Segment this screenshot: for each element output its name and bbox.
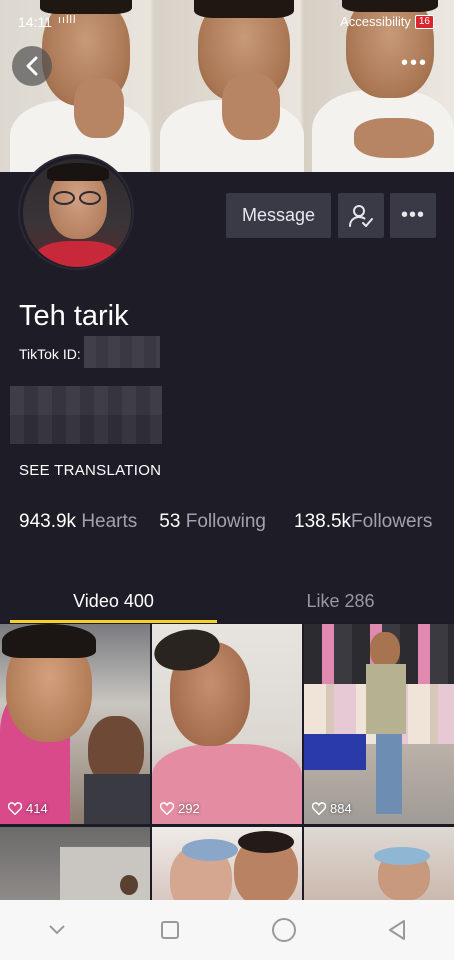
video-like-count: 292 xyxy=(160,801,200,816)
hearts-stat[interactable]: 943.9k Hearts xyxy=(19,511,137,533)
redacted-bio xyxy=(10,386,162,444)
followers-stat[interactable]: 138.5kFollowers xyxy=(294,511,432,533)
cover-hand xyxy=(222,74,280,140)
tiktok-id-label: TikTok ID: xyxy=(19,346,81,362)
cover-hair xyxy=(342,0,438,12)
nav-collapse-button[interactable] xyxy=(37,910,77,950)
video-grid: 414 292 884 xyxy=(0,624,454,900)
avatar[interactable] xyxy=(18,154,134,270)
heart-icon xyxy=(160,802,174,815)
video-thumbnail[interactable] xyxy=(152,827,302,900)
tab-like[interactable]: Like 286 xyxy=(227,578,454,624)
cover-hair xyxy=(194,0,294,18)
battery-icon: 16 xyxy=(414,14,434,29)
following-stat[interactable]: 53 Following xyxy=(159,511,266,533)
chevron-down-icon xyxy=(49,925,65,935)
video-thumbnail[interactable]: 292 xyxy=(152,624,302,824)
active-tab-indicator xyxy=(10,620,217,623)
like-count-text: 292 xyxy=(178,801,200,816)
square-icon xyxy=(161,921,180,939)
accessibility-indicator: Accessibility xyxy=(340,14,411,29)
like-count-text: 884 xyxy=(330,801,352,816)
user-check-icon xyxy=(349,204,373,227)
status-right: Accessibility 16 xyxy=(340,14,434,29)
avatar-photo xyxy=(23,159,131,267)
chevron-left-icon xyxy=(26,56,38,76)
video-thumbnail[interactable]: 884 xyxy=(304,624,454,824)
message-button[interactable]: Message xyxy=(226,193,331,238)
nav-recents-button[interactable] xyxy=(150,910,190,950)
profile-name: Teh tarik xyxy=(19,300,129,332)
redacted-id xyxy=(84,336,160,368)
following-label: Following xyxy=(185,511,266,532)
hearts-label: Hearts xyxy=(81,511,138,532)
video-like-count: 414 xyxy=(8,801,48,816)
nav-back-button[interactable] xyxy=(377,910,417,950)
circle-icon xyxy=(271,918,296,942)
heart-icon xyxy=(8,802,22,815)
more-button[interactable]: ••• xyxy=(390,193,436,238)
followers-value: 138.5k xyxy=(294,511,352,532)
heart-icon xyxy=(312,802,326,815)
video-thumbnail[interactable] xyxy=(0,827,150,900)
cover-hair xyxy=(40,0,132,14)
tab-video[interactable]: Video 400 xyxy=(0,578,227,624)
system-nav-bar xyxy=(0,900,454,960)
cover-photo: 14:11 ıılll Accessibility 16 ••• xyxy=(0,0,454,172)
see-translation-link[interactable]: SEE TRANSLATION xyxy=(19,462,161,479)
video-like-count: 884 xyxy=(312,801,352,816)
following-value: 53 xyxy=(159,511,181,532)
nav-home-button[interactable] xyxy=(264,910,304,950)
hearts-value: 943.9k xyxy=(19,511,77,532)
content-tabs: Video 400 Like 286 xyxy=(0,578,454,624)
back-button[interactable] xyxy=(12,46,52,86)
ellipsis-icon: ••• xyxy=(400,204,425,226)
status-time: 14:11 xyxy=(18,14,52,30)
signal-icon: ıılll xyxy=(58,14,77,26)
followers-label: Followers xyxy=(351,511,433,532)
cover-hand xyxy=(354,118,434,158)
stats-row: 943.9k Hearts 53 Following xyxy=(19,511,288,533)
like-count-text: 414 xyxy=(26,801,48,816)
video-thumbnail[interactable] xyxy=(304,827,454,900)
more-options-icon[interactable]: ••• xyxy=(401,53,428,73)
follow-button[interactable] xyxy=(338,193,384,238)
video-thumbnail[interactable]: 414 xyxy=(0,624,150,824)
cover-hand xyxy=(74,78,124,138)
triangle-back-icon xyxy=(389,920,406,940)
